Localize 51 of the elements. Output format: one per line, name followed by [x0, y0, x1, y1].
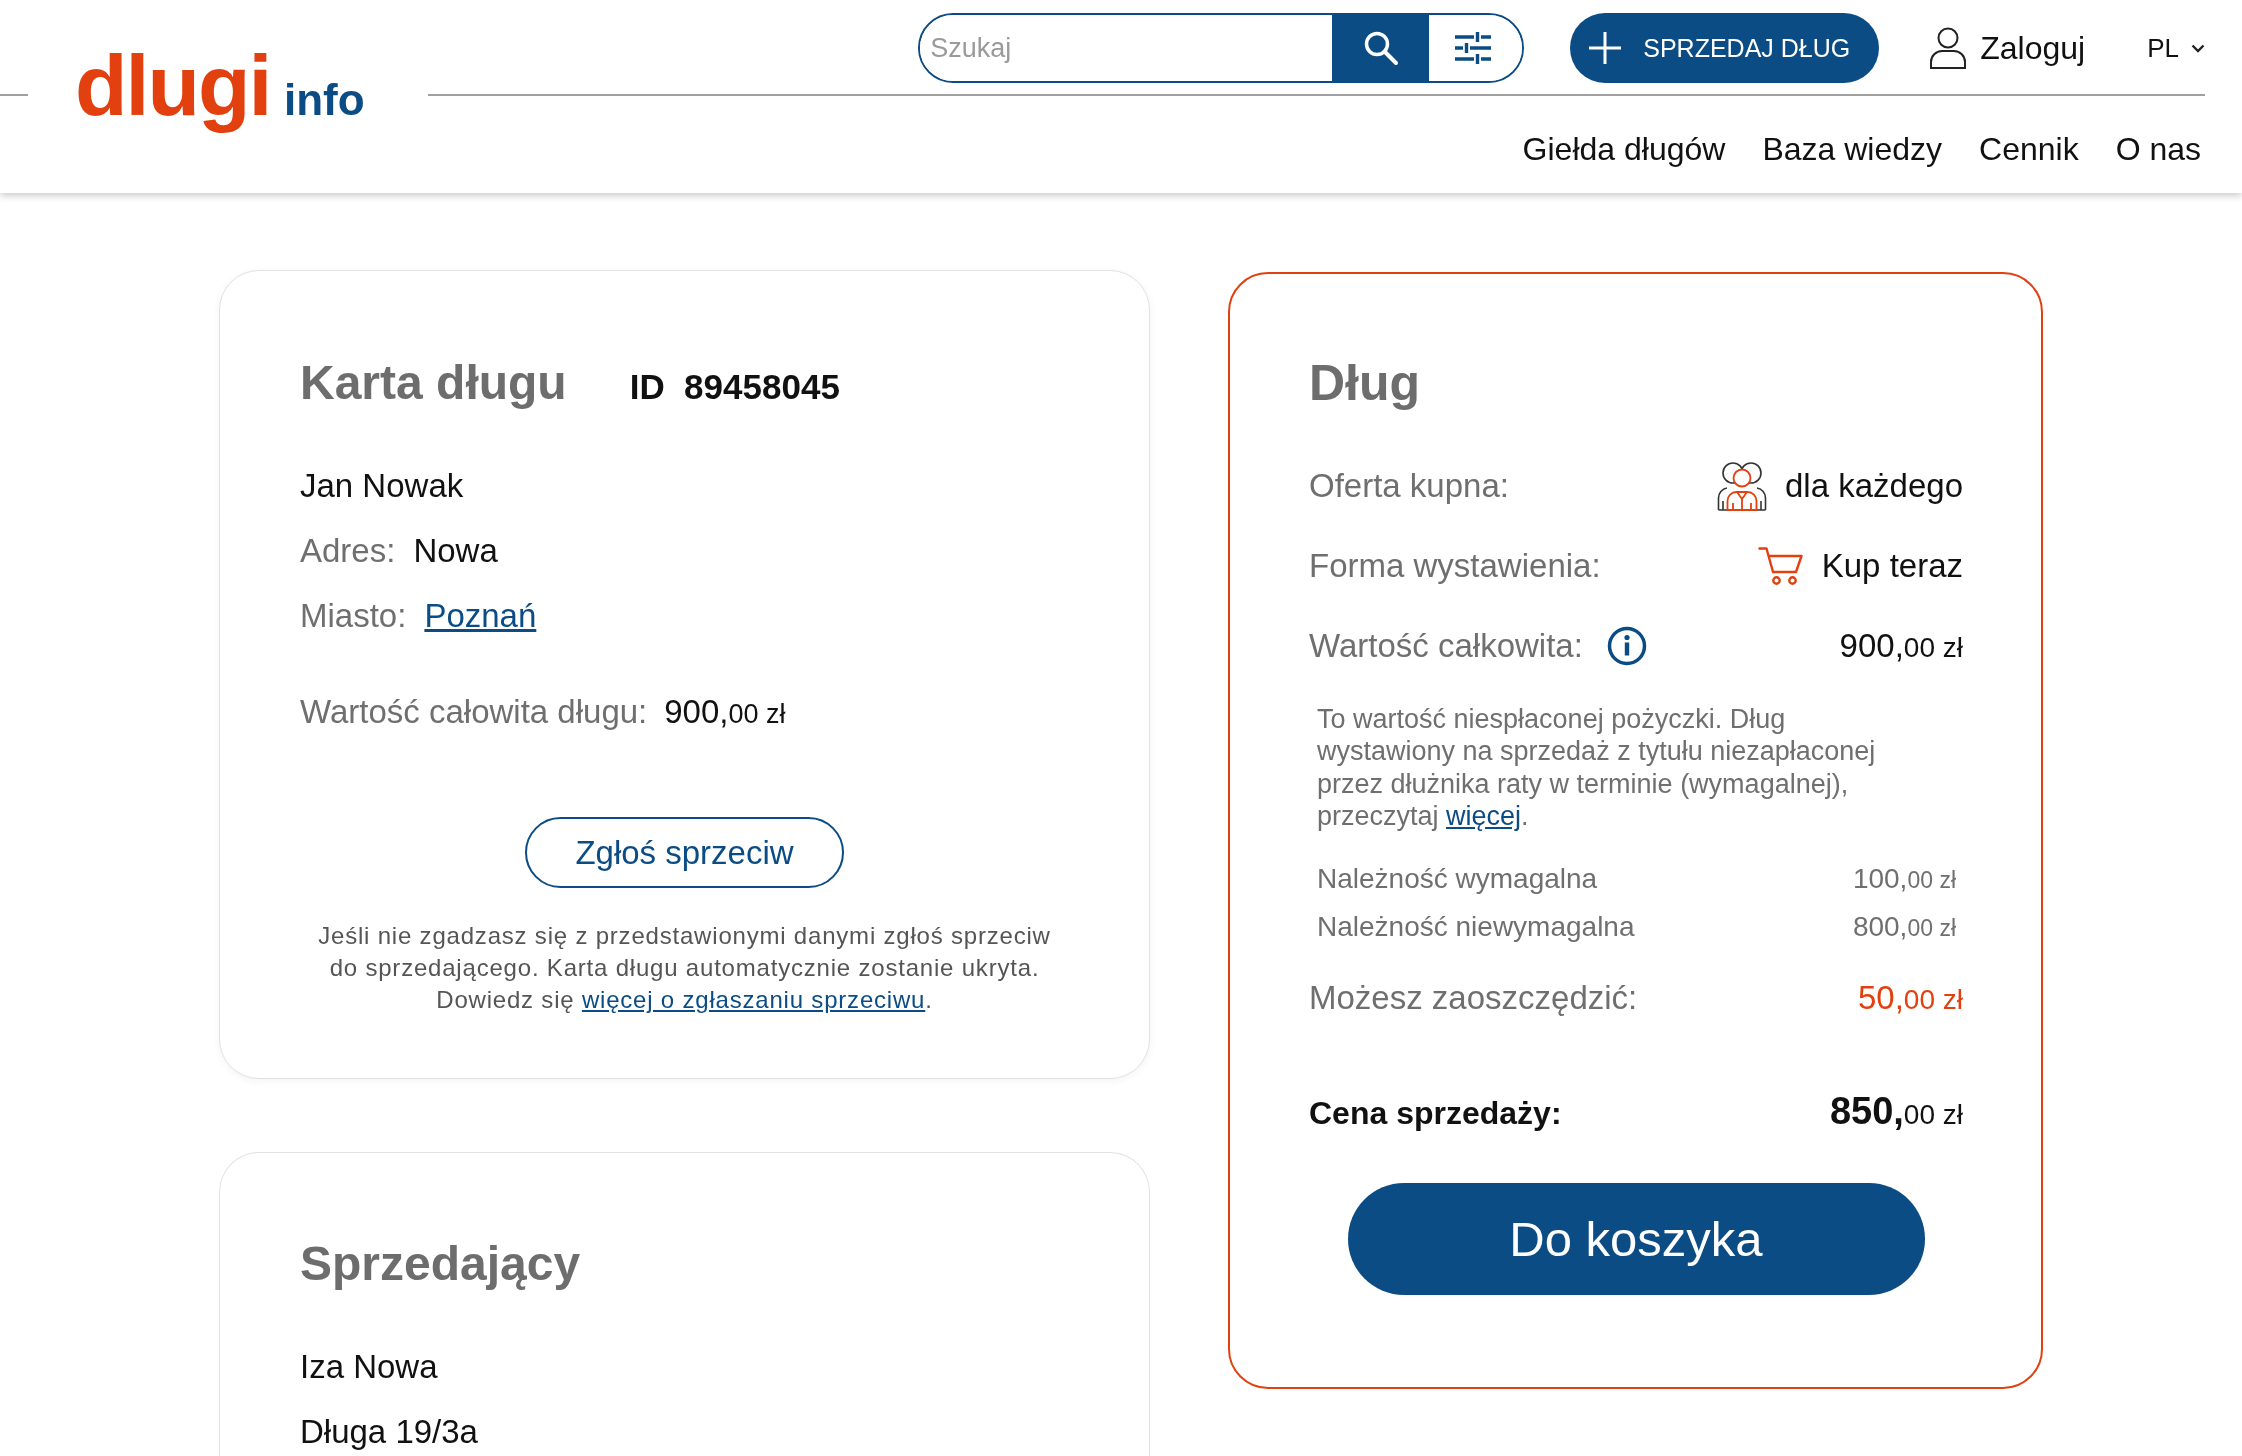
- city-link[interactable]: Poznań: [424, 594, 537, 638]
- objection-info-link[interactable]: więcej o zgłaszaniu sprzeciwu: [581, 986, 926, 1013]
- sale-price-label: Cena sprzedaży:: [1309, 1094, 1562, 1134]
- language-selector[interactable]: PL: [2147, 32, 2205, 64]
- seller-address: Długa 19/3a: [300, 1412, 478, 1452]
- card-title: Karta długu: [300, 355, 567, 411]
- nav-link[interactable]: Cennik: [1979, 131, 2079, 168]
- search-icon: [1362, 30, 1399, 66]
- receivable-label: Należność niewymagalna: [1317, 910, 1635, 945]
- offer-value: dla każdego: [1785, 467, 1963, 505]
- sell-debt-button[interactable]: SPRZEDAJ DŁUG: [1570, 13, 1880, 83]
- field-value: Nowa: [413, 531, 498, 571]
- field-label: Miasto:: [300, 596, 407, 636]
- receivable-label: Należność wymagalna: [1317, 862, 1598, 897]
- info-icon[interactable]: [1606, 626, 1647, 666]
- user-icon: [1929, 27, 1968, 69]
- search-bar[interactable]: Szukaj: [918, 13, 1525, 83]
- chevron-icon: [2191, 43, 2205, 53]
- savings-value: 50,00 zł: [1857, 978, 1963, 1019]
- debt-id: ID 89458045: [629, 367, 840, 407]
- sliders-icon: [1453, 32, 1492, 64]
- objection-button[interactable]: Zgłoś sprzeciw: [525, 817, 844, 888]
- offer-label: Oferta kupna:: [1309, 467, 1509, 505]
- add-to-cart-button[interactable]: Do koszyka: [1347, 1183, 1925, 1296]
- seller-name: Iza Nowa: [300, 1347, 438, 1387]
- nav-link[interactable]: Baza wiedzy: [1762, 131, 1942, 168]
- value-description: To wartość niespłaconej pożyczki. Dług wystawiony na sprzedaż z tytułu niezapłaconej przez dłużnika raty w terminie (wymagalnej), przeczytaj więcej.: [1316, 703, 1877, 833]
- receivable-value: 100,00 zł: [1852, 862, 1956, 897]
- total-value: 900,00 zł: [664, 693, 786, 731]
- read-more-link[interactable]: więcej: [1446, 800, 1522, 831]
- logo[interactable]: dlugi info: [75, 30, 365, 142]
- total-value: 900,00 zł: [1839, 627, 1963, 665]
- offer-label: Wartość całkowita:: [1309, 627, 1583, 665]
- savings-label: Możesz zaoszczędzić:: [1309, 978, 1638, 1019]
- search-button[interactable]: [1332, 15, 1430, 81]
- cart-icon: [1757, 546, 1804, 586]
- offer-label: Forma wystawienia:: [1309, 547, 1601, 585]
- nav-link[interactable]: O nas: [2115, 131, 2201, 168]
- people-icon: [1717, 461, 1767, 511]
- card-title: Sprzedający: [300, 1236, 581, 1292]
- receivable-value: 800,00 zł: [1852, 910, 1956, 945]
- plus-icon: [1589, 32, 1622, 64]
- card-title: Dług: [1309, 354, 1421, 413]
- field-label: Adres:: [300, 531, 396, 571]
- objection-note: Jeśli nie zgadzasz się z przedstawionymi danymi zgłoś sprzeciw do sprzedającego. Karta długu automatycznie zostanie ukryta. Dowiedz się więcej o zgłaszaniu sprzeciwu.: [317, 921, 1052, 1015]
- nav-link[interactable]: Giełda długów: [1522, 131, 1726, 168]
- login-link[interactable]: Zaloguj: [1929, 27, 2086, 69]
- debtor-name: Jan Nowak: [300, 466, 464, 506]
- total-label: Wartość całowita długu:: [300, 692, 648, 732]
- offer-value: Kup teraz: [1821, 547, 1963, 585]
- sale-price-value: 850,00 zł: [1829, 1089, 1963, 1135]
